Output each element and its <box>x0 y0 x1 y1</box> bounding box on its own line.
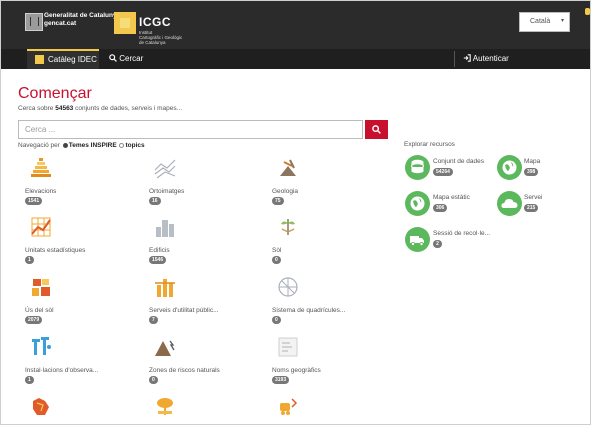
count-badge: 75 <box>272 197 284 205</box>
explore-resources-title: Explorar recursos <box>404 141 455 148</box>
elevation-icon <box>31 158 51 177</box>
resource-maps[interactable]: Mapa 398 <box>497 155 557 185</box>
category-statistical-units[interactable]: Unitats estadístiques 1 <box>25 215 140 270</box>
category-natural-risk-zones[interactable]: Zones de riscos naturals 0 <box>149 335 264 390</box>
chevron-down-icon: ▾ <box>561 18 565 24</box>
resource-harvesting-sessions[interactable]: Sessió de recol·le... 2 <box>405 227 515 257</box>
login-label: Autenticar <box>472 54 509 63</box>
category-buildings[interactable]: Edificis 1546 <box>149 215 264 270</box>
icgc-subtitle: Institut Cartogràfic i Geològic de Catal… <box>139 30 183 45</box>
category-land-use[interactable]: Ús del sòl 2079 <box>25 275 140 330</box>
count-badge: 215 <box>524 204 539 212</box>
count-badge: 1 <box>25 376 34 384</box>
catalog-icon <box>35 55 44 64</box>
tab-catalog-label: Catàleg IDEC <box>48 55 97 64</box>
feedback-tab[interactable] <box>585 8 590 15</box>
resource-label: Mapa estàtic <box>433 194 470 201</box>
count-badge: 2079 <box>25 316 43 324</box>
count-badge: 1546 <box>149 256 167 264</box>
count-badge: 1541 <box>25 197 43 205</box>
regions-icon[interactable] <box>29 395 53 419</box>
page: Generalitat de Catalunya gencat.cat ICGC… <box>0 0 591 425</box>
radio-inspire[interactable] <box>62 143 68 148</box>
natural-risk-icon <box>155 340 175 356</box>
category-elevations[interactable]: Elevacions 1541 <box>25 156 140 211</box>
transport-icon[interactable] <box>276 395 300 419</box>
geographic-names-icon <box>278 337 298 357</box>
icgc-title[interactable]: ICGC <box>139 15 171 29</box>
category-geographic-names[interactable]: Noms geogràfics 3193 <box>272 335 387 390</box>
radio-topics[interactable] <box>119 143 125 148</box>
soil-icon <box>281 219 295 235</box>
search-icon <box>109 54 117 62</box>
resource-static-maps[interactable]: Mapa estàtic 306 <box>405 191 495 221</box>
observation-icon <box>32 337 51 355</box>
generalitat-logo-text[interactable]: Generalitat de Catalunya gencat.cat <box>44 12 120 27</box>
nav-divider <box>454 51 455 67</box>
search-input[interactable] <box>18 120 363 139</box>
orthoimage-icon <box>154 159 176 179</box>
resource-label: Conjunt de dades <box>433 158 484 165</box>
count-badge: 16 <box>149 197 161 205</box>
nav-search-label: Cercar <box>119 54 144 63</box>
resource-label: Servei <box>524 194 543 201</box>
top-header: Generalitat de Catalunya gencat.cat ICGC… <box>1 1 590 49</box>
count-badge: 2 <box>433 240 442 248</box>
category-soil[interactable]: Sòl 0 <box>272 215 387 270</box>
utility-services-icon <box>155 279 175 297</box>
category-grid-system[interactable]: Sistema de quadrícules... 0 <box>272 275 387 330</box>
lead-text: Cerca sobre 54563 conjunts de dades, ser… <box>18 105 183 112</box>
cloud-icon <box>497 191 522 216</box>
count-badge: 306 <box>433 204 448 212</box>
count-badge: 7 <box>149 316 158 324</box>
count-badge: 0 <box>272 316 281 324</box>
icgc-logo-icon[interactable] <box>114 12 136 34</box>
search-button[interactable] <box>365 120 388 139</box>
option-inspire[interactable]: Temes INSPIRE <box>69 142 117 149</box>
login-button[interactable]: Autenticar <box>463 54 509 63</box>
dataset-count: 54563 <box>55 105 74 112</box>
count-badge: 398 <box>524 168 539 176</box>
count-badge: 1 <box>25 256 34 264</box>
truck-icon <box>405 227 430 252</box>
tab-catalog[interactable]: Catàleg IDEC <box>27 49 99 69</box>
grid-system-icon <box>278 277 298 297</box>
sign-in-icon <box>463 54 471 62</box>
browse-by: Navegació per Temes INSPIRE topics <box>18 142 145 149</box>
count-badge: 3193 <box>272 376 290 384</box>
count-badge: 0 <box>272 256 281 264</box>
resource-datasets[interactable]: Conjunt de dades 54264 <box>405 155 495 185</box>
option-topics[interactable]: topics <box>125 142 144 149</box>
category-geology[interactable]: Geologia 75 <box>272 156 387 211</box>
count-badge: 54264 <box>433 168 453 176</box>
land-use-icon <box>32 279 50 296</box>
statistics-icon <box>31 217 51 237</box>
static-map-icon <box>405 191 430 216</box>
category-orthoimagery[interactable]: Ortoimatges 16 <box>149 156 264 211</box>
category-utility-services[interactable]: Serveis d'utilitat públic... 7 <box>149 275 264 330</box>
count-badge: 0 <box>149 376 158 384</box>
search-icon <box>372 125 381 134</box>
resource-label: Sessió de recol·le... <box>433 230 491 237</box>
language-value: Català <box>530 18 551 25</box>
resource-services[interactable]: Servei 215 <box>497 191 557 221</box>
land-cover-icon[interactable] <box>153 395 177 419</box>
page-title: Començar <box>18 85 92 102</box>
resource-label: Mapa <box>524 158 541 165</box>
buildings-icon <box>156 220 174 237</box>
geology-icon <box>280 159 296 176</box>
database-icon <box>405 155 430 180</box>
globe-icon <box>497 155 522 180</box>
nav-search-link[interactable]: Cercar <box>109 54 143 63</box>
category-observation-facilities[interactable]: Instal·lacions d'observa... 1 <box>25 335 140 390</box>
language-select[interactable]: Català ▾ <box>519 12 570 32</box>
generalitat-logo-icon[interactable] <box>25 13 43 31</box>
